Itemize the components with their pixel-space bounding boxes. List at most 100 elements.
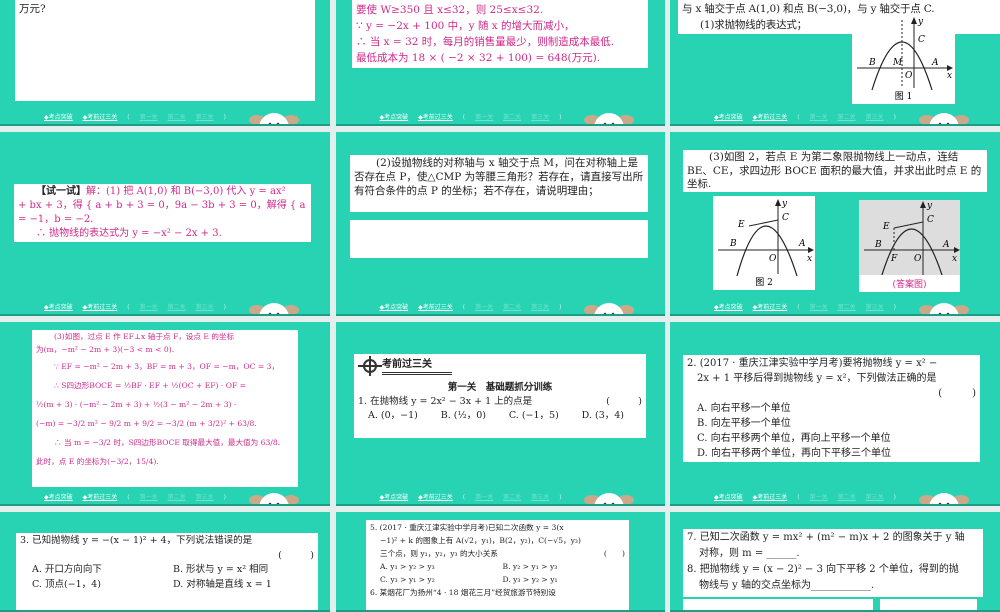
slide-thumbnail-8[interactable]: 考前过三关 第一关 基础题抓分训练 1. 在抛物线 y = 2x² − 3x +…: [336, 322, 665, 506]
nav-link-guan1[interactable]: 第一关: [810, 114, 828, 121]
text-line: + bx + 3，得 { a + b + 3 = 0，9a − 3b + 3 =…: [18, 199, 306, 225]
nav-link-guan1[interactable]: 第一关: [810, 304, 828, 311]
answer-paren: ( ): [603, 549, 625, 558]
nav-paren: (: [797, 494, 800, 501]
mascot-icon: [919, 303, 969, 314]
nav-paren: (: [462, 304, 466, 311]
axis-label-y: y: [781, 199, 788, 209]
nav-link-guan1[interactable]: 第一关: [475, 494, 493, 501]
option-a[interactable]: A. 开口方向向下: [32, 563, 173, 578]
nav-link-guan2[interactable]: 第二关: [503, 494, 521, 501]
nav-link-kaodian[interactable]: ◆考点突破: [380, 114, 409, 121]
nav-link-kaodian[interactable]: ◆考点突破: [380, 494, 409, 501]
option-d[interactable]: D. y₃ > y₂ > y₁: [503, 573, 626, 586]
nav-link-guan2[interactable]: 第二关: [838, 114, 856, 121]
nav-link-guan3[interactable]: 第三关: [866, 114, 884, 121]
nav-paren: ): [223, 304, 226, 311]
nav-link-guan3[interactable]: 第三关: [866, 304, 884, 311]
nav-link-guan3[interactable]: 第三关: [531, 114, 549, 121]
nav-link-guan1[interactable]: 第一关: [140, 114, 158, 121]
point-label-m: M: [892, 58, 903, 68]
slide-content: 3. 已知抛物线 y = −(x − 1)² + 4，下列说法错误的是 ( ) …: [16, 533, 318, 610]
nav-link-kaoqian[interactable]: ◆考前过三关: [753, 114, 788, 121]
nav-link-guan3[interactable]: 第三关: [196, 494, 214, 501]
slide-thumbnail-12[interactable]: 7. 已知二次函数 y = mx² + (m² − m)x + 2 的图象关于 …: [670, 512, 1000, 612]
slide-thumbnail-3[interactable]: 与 x 轴交于点 A(1,0) 和点 B(−3,0)，与 y 轴交于点 C. (…: [670, 0, 1000, 126]
nav-link-kaodian[interactable]: ◆考点突破: [714, 304, 743, 311]
nav-link-guan3[interactable]: 第三关: [866, 494, 884, 501]
nav-link-guan1[interactable]: 第一关: [475, 304, 493, 311]
slide-thumbnail-10[interactable]: 3. 已知抛物线 y = −(x − 1)² + 4，下列说法错误的是 ( ) …: [0, 512, 330, 612]
option-b[interactable]: B. y₂ > y₁ > y₃: [503, 560, 626, 573]
option-a[interactable]: A. y₁ > y₂ > y₃: [380, 560, 503, 573]
nav-link-kaodian[interactable]: ◆考点突破: [380, 304, 409, 311]
slide-thumbnail-9[interactable]: 2. (2017 · 重庆江津实验中学月考)要将抛物线 y = x² − 2x …: [670, 322, 1000, 506]
nav-link-guan1[interactable]: 第一关: [140, 494, 158, 501]
nav-link-kaoqian[interactable]: ◆考前过三关: [753, 494, 788, 501]
option-c[interactable]: C. 向右平移两个单位，再向上平移一个单位: [687, 431, 976, 446]
question-text: 三个点，则 y₁，y₂，y₃ 的大小关系: [380, 549, 498, 558]
nav-link-kaodian[interactable]: ◆考点突破: [714, 114, 743, 121]
answer-area[interactable]: [350, 220, 648, 258]
slide-thumbnail-7[interactable]: (3)如图，过点 E 作 EF⊥x 轴于点 F，设点 E 的坐标 为(m，−m²…: [0, 322, 330, 506]
slide-thumbnail-5[interactable]: (2)设抛物线的对称轴与 x 轴交于点 M，问在对称轴上是否存在点 P，使△CM…: [336, 132, 665, 316]
option-b[interactable]: B. (½，0): [441, 409, 486, 423]
nav-link-guan2[interactable]: 第二关: [838, 494, 856, 501]
section-title: 第一关 基础题抓分训练: [447, 382, 553, 393]
nav-link-guan3[interactable]: 第三关: [196, 304, 214, 311]
nav-link-kaoqian[interactable]: ◆考前过三关: [753, 304, 788, 311]
text-line: 此时，点 E 的坐标为(−3/2，15/4).: [36, 457, 159, 466]
nav-link-guan2[interactable]: 第二关: [503, 304, 521, 311]
nav-link-kaoqian[interactable]: ◆考前过三关: [83, 304, 118, 311]
nav-link-kaodian[interactable]: ◆考点突破: [44, 114, 73, 121]
nav-link-kaoqian[interactable]: ◆考前过三关: [83, 494, 118, 501]
answer-paren: ( ): [606, 396, 642, 407]
nav-link-kaoqian[interactable]: ◆考前过三关: [83, 114, 118, 121]
nav-link-kaoqian[interactable]: ◆考前过三关: [418, 114, 453, 121]
option-c[interactable]: C. 顶点(−1，4): [32, 578, 173, 593]
point-label-o: O: [769, 254, 777, 264]
text-line: ∴ 当 x = 32 时，每月的销售量最少，则制造成本最低.: [356, 36, 615, 48]
slide-content: 【试一试】解：(1) 把 A(1,0) 和 B(−3,0) 代入 y = ax²…: [14, 184, 311, 242]
axis-label-x: x: [807, 254, 812, 264]
nav-link-guan3[interactable]: 第三关: [531, 494, 549, 501]
nav-link-guan1[interactable]: 第一关: [810, 494, 828, 501]
nav-link-kaoqian[interactable]: ◆考前过三关: [418, 304, 453, 311]
option-a[interactable]: A. 向右平移一个单位: [687, 401, 976, 416]
nav-link-guan2[interactable]: 第二关: [503, 114, 521, 121]
option-a[interactable]: A. (0，−1): [368, 409, 418, 423]
nav-link-guan2[interactable]: 第二关: [168, 304, 186, 311]
slide-thumbnail-6[interactable]: (3)如图 2，若点 E 为第二象限抛物线上一动点，连结 BE、CE，求四边形 …: [670, 132, 1000, 316]
nav-link-guan2[interactable]: 第二关: [838, 304, 856, 311]
nav-paren: ): [893, 494, 896, 501]
option-d[interactable]: D. 对称轴是直线 x = 1: [173, 578, 314, 593]
nav-link-guan1[interactable]: 第一关: [475, 114, 493, 121]
nav-link-guan2[interactable]: 第二关: [168, 494, 186, 501]
slide-thumbnail-4[interactable]: 【试一试】解：(1) 把 A(1,0) 和 B(−3,0) 代入 y = ax²…: [0, 132, 330, 316]
figure-2: y C E B A O x 图 2: [713, 196, 815, 290]
option-d[interactable]: D. (3，4): [582, 409, 624, 423]
nav-link-kaodian[interactable]: ◆考点突破: [714, 494, 743, 501]
question-text: 2x + 1 平移后得到抛物线 y = x²，下列做法正确的是: [697, 373, 937, 384]
nav-link-guan2[interactable]: 第二关: [168, 114, 186, 121]
answer-figure: y C E B A F O x (答案图): [859, 200, 960, 292]
question-text: (2)设抛物线的对称轴与 x 轴交于点 M，问在对称轴上是否存在点 P，使△CM…: [354, 157, 644, 197]
mascot-icon: [249, 303, 299, 314]
point-label-c: C: [782, 213, 789, 223]
option-d[interactable]: D. 向右平移两个单位，再向下平移三个单位: [687, 446, 976, 461]
nav-link-kaodian[interactable]: ◆考点突破: [44, 304, 73, 311]
option-b[interactable]: B. 向左平移一个单位: [687, 416, 976, 431]
nav-link-guan1[interactable]: 第一关: [140, 304, 158, 311]
nav-link-guan3[interactable]: 第三关: [196, 114, 214, 121]
slide-thumbnail-2[interactable]: 要使 W≥350 且 x≤32，则 25≤x≤32. ∵ y = −2x + 1…: [336, 0, 665, 126]
nav-link-guan3[interactable]: 第三关: [531, 304, 549, 311]
figure-caption: 图 1: [894, 92, 913, 102]
nav-paren: (: [462, 114, 466, 121]
option-b[interactable]: B. 形状与 y = x² 相同: [173, 563, 314, 578]
option-c[interactable]: C. (−1，5): [509, 409, 559, 423]
option-c[interactable]: C. y₃ > y₁ > y₂: [380, 573, 503, 586]
slide-thumbnail-11[interactable]: 5. (2017 · 重庆江津实验中学月考)已知二次函数 y = 3(x −1)…: [336, 512, 665, 612]
slide-thumbnail-1[interactable]: 万元? ◆考点突破 ◆考前过三关 (第一关 第二关 第三关): [0, 0, 330, 126]
nav-link-kaodian[interactable]: ◆考点突破: [44, 494, 73, 501]
nav-link-kaoqian[interactable]: ◆考前过三关: [418, 494, 453, 501]
